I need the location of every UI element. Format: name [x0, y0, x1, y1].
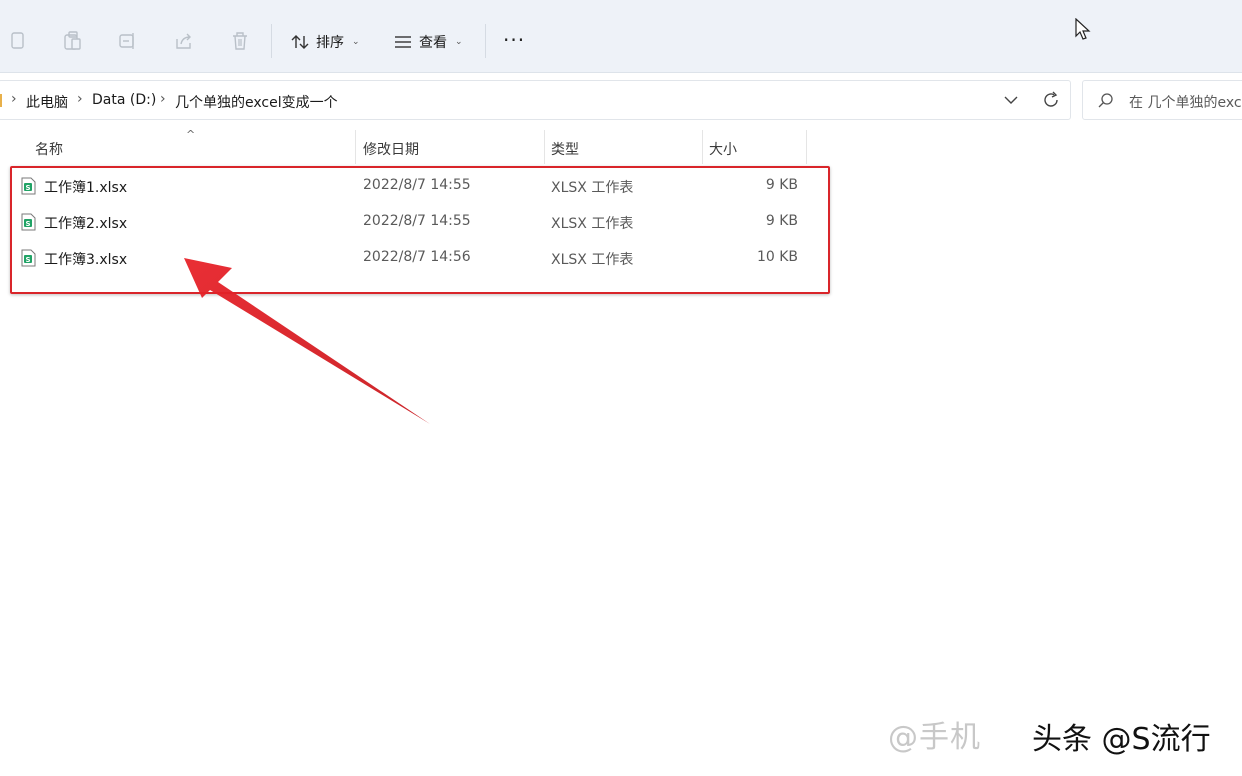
watermark-faded: @手机: [888, 720, 981, 755]
red-arrow-annotation: [184, 258, 430, 424]
watermark-text: 头条 @S流行: [1032, 722, 1211, 757]
